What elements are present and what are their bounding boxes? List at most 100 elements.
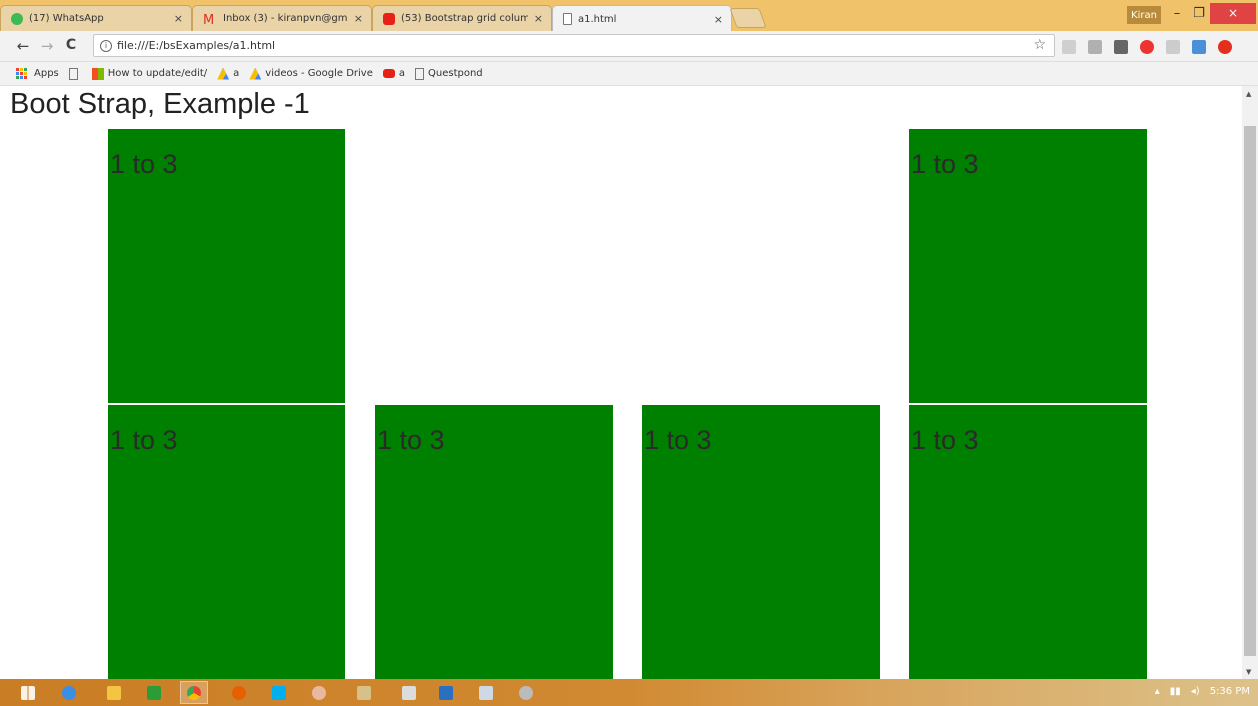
tray-expand-icon[interactable]: ▴ xyxy=(1155,686,1160,697)
taskbar-app[interactable] xyxy=(265,681,293,704)
app-icon xyxy=(357,685,371,700)
user-profile-button[interactable]: Kiran xyxy=(1127,6,1161,24)
bookmark-apps[interactable]: Apps xyxy=(16,67,59,80)
grammarly-extension-icon[interactable] xyxy=(1088,40,1102,54)
column-label: 1 to 3 xyxy=(377,425,445,455)
word-icon xyxy=(402,685,416,700)
bookmark-item[interactable] xyxy=(68,67,82,80)
vertical-scrollbar[interactable]: ▲ ▼ xyxy=(1242,86,1258,679)
column-label: 1 to 3 xyxy=(110,425,178,455)
close-icon[interactable]: × xyxy=(714,13,723,26)
browser-toolbar: ← → C i file:///E:/bsExamples/a1.html ☆ xyxy=(0,31,1258,62)
grid-column: 1 to 3 xyxy=(909,405,1147,679)
app-icon xyxy=(519,685,533,700)
grid-column: 1 to 3 xyxy=(642,405,880,679)
scroll-up-icon[interactable]: ▲ xyxy=(1246,90,1251,98)
tab-youtube[interactable]: (53) Bootstrap grid colum × xyxy=(372,5,552,31)
firefox-icon xyxy=(232,685,246,700)
taskbar-app[interactable] xyxy=(432,681,460,704)
new-tab-button[interactable] xyxy=(729,8,767,28)
page-icon xyxy=(68,67,78,80)
youtube-icon xyxy=(382,69,395,78)
notepad-icon xyxy=(479,685,493,700)
tab-label: a1.html xyxy=(578,13,617,25)
tab-label: (17) WhatsApp xyxy=(29,13,104,24)
extension-icon[interactable] xyxy=(1218,40,1232,54)
bookmark-item[interactable]: How to update/edit/ xyxy=(91,67,208,80)
close-window-button[interactable]: × xyxy=(1210,3,1256,24)
tab-a1-html[interactable]: a1.html × xyxy=(552,5,732,32)
network-icon[interactable]: ▮▮ xyxy=(1170,686,1181,697)
bookmark-label: a xyxy=(398,68,406,79)
bookmark-label: How to update/edit/ xyxy=(107,68,208,79)
clock[interactable]: 5:36 PM xyxy=(1210,686,1250,697)
scroll-down-icon[interactable]: ▼ xyxy=(1246,668,1251,676)
taskbar-app[interactable] xyxy=(472,681,500,704)
bookmark-label: a xyxy=(233,68,240,79)
start-button[interactable] xyxy=(14,681,42,704)
windows-icon xyxy=(91,67,104,80)
forward-button[interactable]: → xyxy=(38,37,56,55)
taskbar-app[interactable] xyxy=(395,681,423,704)
taskbar-app[interactable] xyxy=(140,681,168,704)
whatsapp-icon xyxy=(11,12,23,25)
taskbar-app[interactable] xyxy=(180,681,208,704)
grid-column: 1 to 3 xyxy=(108,405,345,679)
tab-label: Inbox (3) - kiranpvn@gm xyxy=(223,13,348,24)
column-label: 1 to 3 xyxy=(911,149,979,179)
app-icon xyxy=(312,685,326,700)
close-icon[interactable]: × xyxy=(534,12,543,25)
reload-button[interactable]: C xyxy=(62,37,80,53)
bookmark-label: videos - Google Drive xyxy=(265,68,373,79)
google-drive-icon xyxy=(217,67,230,80)
bookmark-item[interactable]: a xyxy=(382,68,406,79)
restore-button[interactable]: ❐ xyxy=(1186,4,1212,24)
column-label: 1 to 3 xyxy=(110,149,178,179)
store-icon xyxy=(147,685,161,700)
taskbar-app[interactable] xyxy=(512,681,540,704)
page-icon xyxy=(415,67,425,80)
back-button[interactable]: ← xyxy=(14,37,32,55)
bookmark-item[interactable]: Questpond xyxy=(415,67,483,80)
visual-studio-icon xyxy=(439,685,453,700)
tab-strip: (17) WhatsApp × M Inbox (3) - kiranpvn@g… xyxy=(0,0,1258,32)
taskbar-app[interactable] xyxy=(350,681,378,704)
grid-column: 1 to 3 xyxy=(909,129,1147,403)
column-label: 1 to 3 xyxy=(911,425,979,455)
bookmark-item[interactable]: a xyxy=(217,67,240,80)
tab-whatsapp[interactable]: (17) WhatsApp × xyxy=(0,5,192,31)
bookmarks-bar: Apps How to update/edit/ a videos - Goog… xyxy=(0,62,1258,86)
taskbar-app[interactable] xyxy=(55,681,83,704)
column-label: 1 to 3 xyxy=(644,425,712,455)
tab-label: (53) Bootstrap grid colum xyxy=(401,13,528,24)
close-icon[interactable]: × xyxy=(174,12,183,25)
extension-icon[interactable] xyxy=(1192,40,1206,54)
google-drive-icon xyxy=(249,67,262,80)
volume-icon[interactable]: ◂) xyxy=(1191,686,1200,697)
adblock-plus-icon[interactable] xyxy=(1140,40,1154,54)
tab-gmail[interactable]: M Inbox (3) - kiranpvn@gm × xyxy=(192,5,372,31)
scrollbar-thumb[interactable] xyxy=(1244,126,1256,656)
extension-icon[interactable] xyxy=(1114,40,1128,54)
bookmark-label: Apps xyxy=(34,68,59,79)
bookmark-label: Questpond xyxy=(428,68,483,79)
extension-icon[interactable] xyxy=(1166,40,1180,54)
info-icon[interactable]: i xyxy=(100,39,112,52)
file-explorer-icon xyxy=(107,685,121,700)
taskbar-app[interactable] xyxy=(225,681,253,704)
translate-extension-icon[interactable] xyxy=(1062,40,1076,54)
grid-column: 1 to 3 xyxy=(108,129,345,403)
close-icon[interactable]: × xyxy=(354,12,363,25)
apps-grid-icon xyxy=(16,67,28,80)
internet-explorer-icon xyxy=(62,685,76,700)
address-bar[interactable]: i file:///E:/bsExamples/a1.html ☆ xyxy=(93,34,1055,57)
bookmark-item[interactable]: videos - Google Drive xyxy=(249,67,373,80)
page-title: Boot Strap, Example -1 xyxy=(10,88,310,120)
address-text: file:///E:/bsExamples/a1.html xyxy=(117,39,276,52)
skype-icon xyxy=(272,685,286,700)
taskbar-app[interactable] xyxy=(100,681,128,704)
gmail-icon: M xyxy=(203,12,215,28)
grid-column: 1 to 3 xyxy=(375,405,613,679)
bookmark-star-icon[interactable]: ☆ xyxy=(1033,37,1046,53)
taskbar-app[interactable] xyxy=(305,681,333,704)
